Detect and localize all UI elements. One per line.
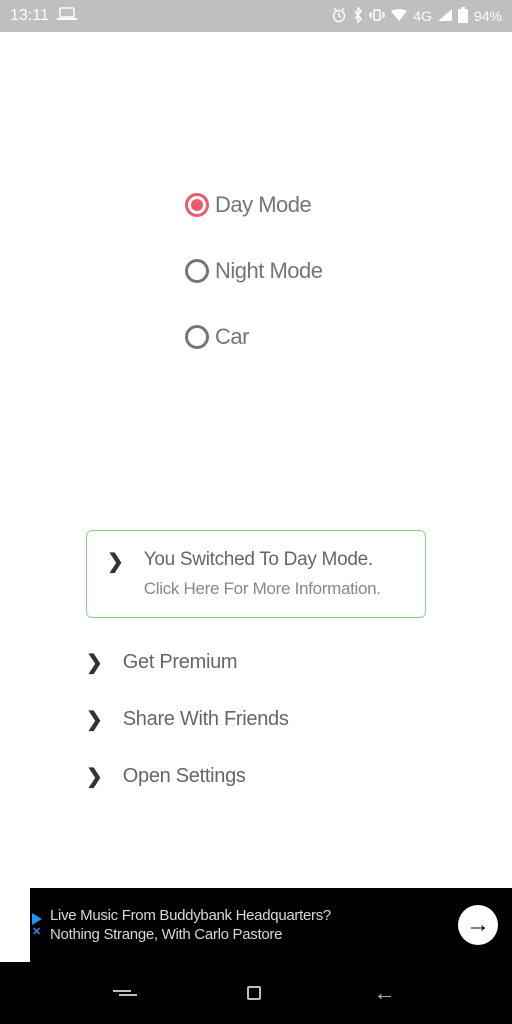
action-label: Open Settings xyxy=(123,765,246,788)
alarm-icon xyxy=(331,7,347,26)
wifi-icon xyxy=(391,8,407,24)
nav-bar: ← xyxy=(0,962,512,1024)
status-left: 13:11 xyxy=(10,7,77,26)
ad-line2: Nothing Strange, With Carlo Pastore xyxy=(50,925,458,945)
vibrate-icon xyxy=(369,7,385,26)
bluetooth-icon xyxy=(353,7,363,26)
mode-car[interactable]: Car xyxy=(185,324,249,350)
highlight-title: You Switched To Day Mode. xyxy=(144,549,381,571)
ad-text: Live Music From Buddybank Headquarters? … xyxy=(50,906,458,945)
actions: ❯ You Switched To Day Mode. Click Here F… xyxy=(0,530,512,789)
mode-day[interactable]: Day Mode xyxy=(185,192,311,218)
chevron-right-icon: ❯ xyxy=(86,764,103,789)
action-open-settings[interactable]: ❯ Open Settings xyxy=(86,764,426,789)
status-right: 4G 94% xyxy=(331,7,502,26)
nav-home-button[interactable] xyxy=(247,986,261,1000)
radio-icon xyxy=(185,193,209,217)
mode-label: Night Mode xyxy=(215,258,323,284)
chevron-right-icon: ❯ xyxy=(86,707,103,732)
radio-icon xyxy=(185,325,209,349)
chevron-right-icon: ❯ xyxy=(107,549,124,574)
nav-recents-button[interactable] xyxy=(116,990,134,996)
status-time: 13:11 xyxy=(10,7,49,25)
battery-icon xyxy=(458,7,468,26)
highlight-sub: Click Here For More Information. xyxy=(144,579,381,599)
ad-line1: Live Music From Buddybank Headquarters? xyxy=(50,906,458,926)
nav-back-button[interactable]: ← xyxy=(374,980,396,1006)
battery-percent: 94% xyxy=(474,8,502,24)
mode-night[interactable]: Night Mode xyxy=(185,258,323,284)
action-get-premium[interactable]: ❯ Get Premium xyxy=(86,650,426,675)
ad-badge-icon[interactable]: ✕ xyxy=(32,913,46,938)
highlight-card[interactable]: ❯ You Switched To Day Mode. Click Here F… xyxy=(86,530,426,618)
radio-icon xyxy=(185,259,209,283)
signal-icon xyxy=(438,8,452,24)
mode-label: Car xyxy=(215,324,249,350)
chevron-right-icon: ❯ xyxy=(86,650,103,675)
action-label: Get Premium xyxy=(123,651,238,674)
action-label: Share With Friends xyxy=(123,708,289,731)
mode-label: Day Mode xyxy=(215,192,311,218)
action-share[interactable]: ❯ Share With Friends xyxy=(86,707,426,732)
mode-options: Day Mode Night Mode Car xyxy=(185,192,512,350)
status-bar: 13:11 4G 94% xyxy=(0,0,512,32)
arrow-right-icon[interactable]: → xyxy=(458,905,498,945)
highlight-texts: You Switched To Day Mode. Click Here For… xyxy=(144,549,381,599)
laptop-icon xyxy=(57,7,77,26)
network-label: 4G xyxy=(413,8,432,24)
ad-banner[interactable]: ✕ Live Music From Buddybank Headquarters… xyxy=(30,888,512,962)
main: Day Mode Night Mode Car ❯ You Switched T… xyxy=(0,32,512,789)
